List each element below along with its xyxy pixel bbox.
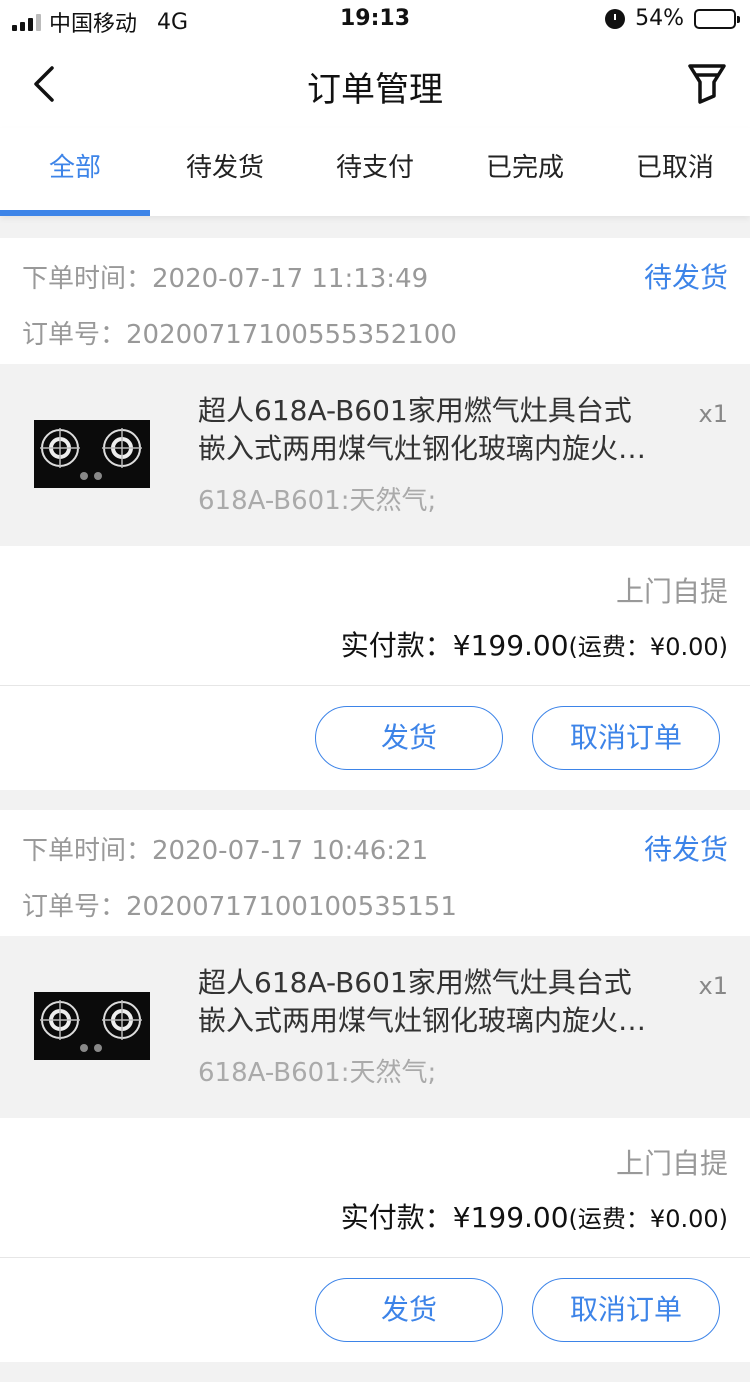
navigation-bar: 订单管理 — [0, 40, 750, 128]
filter-button[interactable] — [682, 58, 732, 108]
product-quantity: x1 — [698, 400, 728, 428]
order-status-tabs: 全部 待发货 待支付 已完成 已取消 — [0, 128, 750, 216]
ship-button[interactable]: 发货 — [315, 706, 503, 770]
order-number-label: 订单号： — [22, 892, 127, 922]
product-thumbnail — [34, 992, 150, 1060]
order-time-value: 2020-07-17 11:13:49 — [152, 264, 429, 294]
order-number: 订单号：20200717100555352100 — [22, 314, 457, 351]
funnel-filter-icon — [688, 64, 726, 104]
cancel-order-button[interactable]: 取消订单 — [532, 706, 720, 770]
tab-pending-payment[interactable]: 待支付 — [300, 128, 450, 216]
ship-button[interactable]: 发货 — [315, 1278, 503, 1342]
delivery-method: 上门自提 — [615, 1147, 728, 1180]
order-card: 下单时间：2020-07-17 11:13:49 订单号：20200717100… — [0, 238, 750, 790]
paid-label: 实付款： — [340, 629, 453, 662]
product-item[interactable]: 超人618A-B601家用燃气灶具台式嵌入式两用煤气灶钢化玻璃内旋火猛火灶 61… — [0, 936, 750, 1118]
product-quantity: x1 — [698, 972, 728, 1000]
shipping-label: (运费： — [568, 1205, 650, 1233]
order-card: 下单时间：2020-07-17 10:46:21 订单号：20200717100… — [0, 810, 750, 1362]
shipping-value: ¥0.00) — [649, 633, 728, 661]
tab-pending-shipment[interactable]: 待发货 — [150, 128, 300, 216]
shipping-label: (运费： — [568, 633, 650, 661]
tab-completed[interactable]: 已完成 — [450, 128, 600, 216]
product-spec: 618A-B601:天然气; — [198, 1058, 437, 1088]
order-time: 下单时间：2020-07-17 11:13:49 — [22, 258, 428, 295]
order-number-value: 20200717100100535151 — [126, 892, 457, 922]
battery-icon — [694, 8, 740, 29]
order-actions: 发货 取消订单 — [0, 1258, 750, 1362]
order-time: 下单时间：2020-07-17 10:46:21 — [22, 830, 428, 867]
delivery-method: 上门自提 — [615, 575, 728, 608]
shipping-value: ¥0.00) — [649, 1205, 728, 1233]
order-actions: 发货 取消订单 — [0, 686, 750, 790]
product-name: 超人618A-B601家用燃气灶具台式嵌入式两用煤气灶钢化玻璃内旋火猛火灶 — [198, 966, 647, 1037]
order-number-label: 订单号： — [22, 320, 127, 350]
status-badge: 待发货 — [643, 261, 728, 294]
order-list: 下单时间：2020-07-17 11:13:49 订单号：20200717100… — [0, 238, 750, 1382]
status-badge: 待发货 — [643, 833, 728, 866]
order-summary: 上门自提 实付款：¥199.00(运费：¥0.00) — [0, 546, 750, 686]
order-summary: 上门自提 实付款：¥199.00(运费：¥0.00) — [0, 1118, 750, 1258]
paid-amount: 实付款：¥199.00(运费：¥0.00) — [341, 1196, 728, 1236]
alarm-icon — [605, 8, 626, 29]
paid-amount: 实付款：¥199.00(运费：¥0.00) — [341, 624, 728, 664]
cancel-order-button[interactable]: 取消订单 — [532, 1278, 720, 1342]
order-number-value: 20200717100555352100 — [126, 320, 457, 350]
product-spec: 618A-B601:天然气; — [198, 486, 437, 516]
product-name: 超人618A-B601家用燃气灶具台式嵌入式两用煤气灶钢化玻璃内旋火猛火灶 — [198, 394, 647, 465]
product-item[interactable]: 超人618A-B601家用燃气灶具台式嵌入式两用煤气灶钢化玻璃内旋火猛火灶 61… — [0, 364, 750, 546]
paid-value: ¥199.00 — [452, 629, 569, 662]
tab-all[interactable]: 全部 — [0, 128, 150, 216]
order-time-label: 下单时间： — [22, 264, 153, 294]
tab-cancelled[interactable]: 已取消 — [600, 128, 750, 216]
product-thumbnail — [34, 420, 150, 488]
order-time-value: 2020-07-17 10:46:21 — [152, 836, 429, 866]
order-number: 订单号：20200717100100535151 — [22, 886, 457, 923]
order-time-label: 下单时间： — [22, 836, 153, 866]
paid-value: ¥199.00 — [452, 1201, 569, 1234]
paid-label: 实付款： — [340, 1201, 453, 1234]
status-bar: 中国移动 4G 19:13 54% — [0, 0, 750, 40]
battery-percent: 54% — [635, 6, 684, 31]
page-title: 订单管理 — [307, 70, 443, 110]
